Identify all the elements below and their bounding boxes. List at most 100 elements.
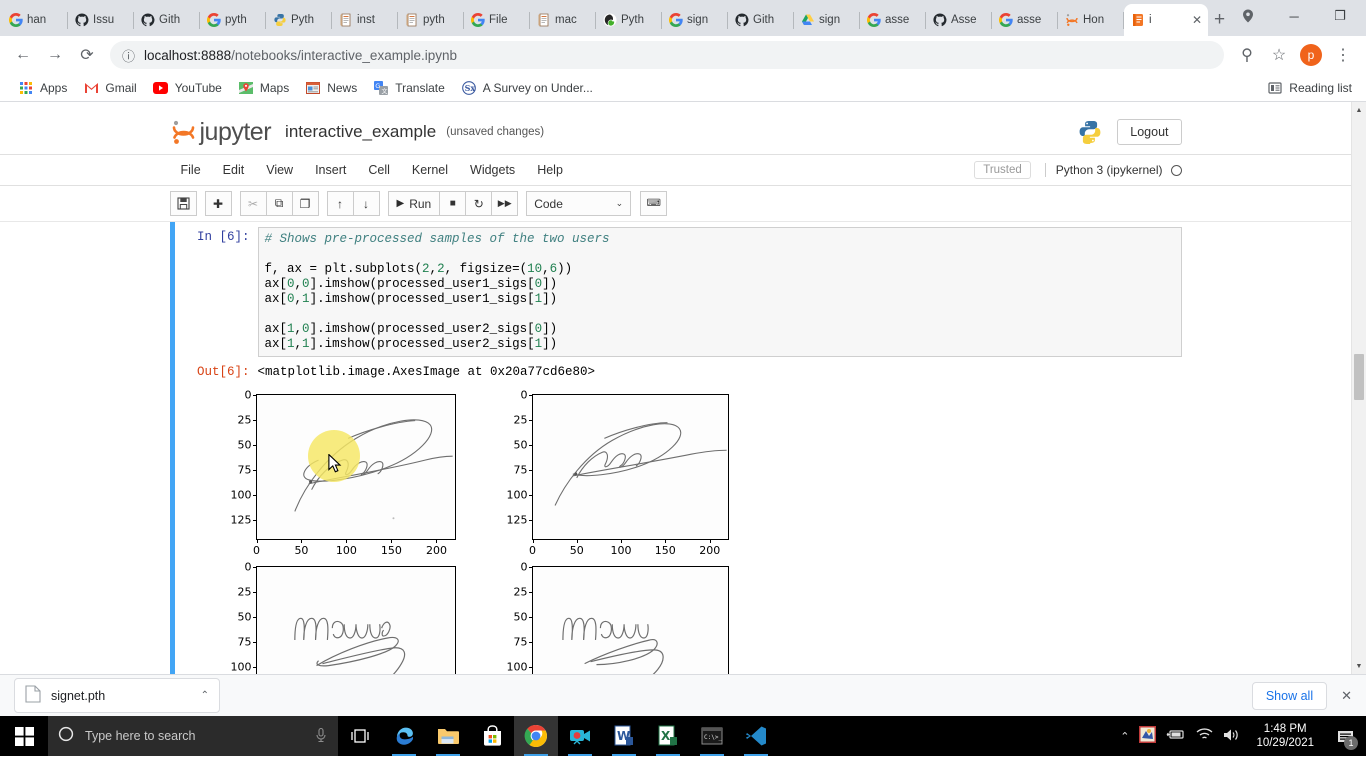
taskbar-clock[interactable]: 1:48 PM 10/29/2021 <box>1250 722 1320 750</box>
menu-item-edit[interactable]: Edit <box>212 158 256 182</box>
back-icon[interactable]: ← <box>8 40 38 70</box>
paint-icon[interactable] <box>1139 726 1156 746</box>
bookmark-star-icon[interactable]: ☆ <box>1264 40 1294 70</box>
browser-tab[interactable]: asse <box>860 4 926 36</box>
menu-item-file[interactable]: File <box>170 158 212 182</box>
insert-cell-button[interactable]: ✚ <box>205 191 232 216</box>
camera-recorder-icon[interactable] <box>558 716 602 756</box>
browser-tab[interactable]: asse <box>992 4 1058 36</box>
scrollbar-thumb[interactable] <box>1354 354 1364 400</box>
profile-chip-icon[interactable] <box>1225 0 1271 32</box>
restart-kernel-button[interactable]: ↻ <box>465 191 492 216</box>
bookmark-item[interactable]: SxA Survey on Under... <box>453 77 601 99</box>
move-cell-up-button[interactable]: ↑ <box>327 191 354 216</box>
scroll-up-arrow-icon[interactable]: ▲ <box>1352 102 1366 118</box>
browser-tab[interactable]: Asse <box>926 4 992 36</box>
reload-icon[interactable]: ⟳ <box>72 40 102 70</box>
file-explorer-icon[interactable] <box>426 716 470 756</box>
bookmark-item[interactable]: YouTube <box>145 77 230 99</box>
browser-tab[interactable]: sign <box>794 4 860 36</box>
cell-type-select[interactable]: Code⌄ <box>526 191 631 216</box>
bookmark-item[interactable]: G文Translate <box>365 77 453 99</box>
browser-tab[interactable]: Gith <box>134 4 200 36</box>
close-icon[interactable]: ✕ <box>1192 13 1202 27</box>
code-editor[interactable]: # Shows pre-processed samples of the two… <box>258 227 1182 357</box>
browser-tab[interactable]: File <box>464 4 530 36</box>
browser-tab[interactable]: Pyth <box>596 4 662 36</box>
menu-item-insert[interactable]: Insert <box>304 158 357 182</box>
code-cell[interactable]: In [6]: # Shows pre-processed samples of… <box>170 222 1182 362</box>
forward-icon[interactable]: → <box>40 40 70 70</box>
taskbar-search[interactable]: Type here to search <box>48 716 338 756</box>
command-palette-button[interactable]: ⌨ <box>640 191 667 216</box>
kernel-name[interactable]: Python 3 (ipykernel) <box>1045 163 1163 177</box>
browser-tab[interactable]: pyth <box>200 4 266 36</box>
menu-item-kernel[interactable]: Kernel <box>401 158 459 182</box>
wifi-icon[interactable] <box>1196 728 1213 744</box>
chevron-up-icon[interactable]: ⌃ <box>201 690 209 701</box>
tray-overflow-icon[interactable]: ⌃ <box>1120 730 1129 743</box>
cut-cell-button[interactable]: ✂ <box>240 191 267 216</box>
restart-run-all-button[interactable]: ▶▶ <box>491 191 518 216</box>
browser-tab[interactable]: Pyth <box>266 4 332 36</box>
microsoft-store-icon[interactable] <box>470 716 514 756</box>
address-bar[interactable]: ⓘ localhost:8888/notebooks/interactive_e… <box>110 41 1224 69</box>
zoom-out-icon[interactable]: ⚲ <box>1232 40 1262 70</box>
task-view-icon[interactable] <box>338 716 382 756</box>
browser-tab[interactable]: Gith <box>728 4 794 36</box>
interrupt-kernel-button[interactable]: ■ <box>439 191 466 216</box>
avatar[interactable]: p <box>1296 40 1326 70</box>
show-all-downloads-button[interactable]: Show all <box>1252 682 1327 710</box>
notebook-name[interactable]: interactive_example <box>285 122 436 142</box>
browser-tab-label: asse <box>885 14 909 26</box>
battery-icon[interactable] <box>1166 728 1186 744</box>
browser-tab[interactable]: inst <box>332 4 398 36</box>
chrome-menu-icon[interactable]: ⋮ <box>1328 40 1358 70</box>
volume-icon[interactable] <box>1223 728 1240 745</box>
paste-cell-button[interactable]: ❐ <box>292 191 319 216</box>
minimize-button[interactable]: ─ <box>1271 0 1317 32</box>
browser-tab[interactable]: Issu <box>68 4 134 36</box>
system-tray: ⌃ 1:48 PM 10/29/2021 1 <box>1120 716 1366 756</box>
scroll-down-arrow-icon[interactable]: ▼ <box>1352 658 1366 674</box>
reading-list-icon <box>1267 80 1283 96</box>
move-cell-down-button[interactable]: ↓ <box>353 191 380 216</box>
vs-code-icon[interactable] <box>734 716 778 756</box>
ytick-label: 25 <box>514 585 528 598</box>
svg-text:X: X <box>661 729 671 743</box>
excel-icon[interactable]: X <box>646 716 690 756</box>
jupyter-logo[interactable]: jupyter <box>170 118 272 147</box>
maximize-button[interactable]: ❐ <box>1317 0 1363 32</box>
logout-button[interactable]: Logout <box>1117 119 1181 145</box>
reading-list-button[interactable]: Reading list <box>1267 80 1356 96</box>
chrome-icon[interactable] <box>514 716 558 756</box>
microphone-icon[interactable] <box>314 727 328 746</box>
menu-item-widgets[interactable]: Widgets <box>459 158 526 182</box>
browser-tab[interactable]: han <box>2 4 68 36</box>
new-tab-button[interactable]: + <box>1214 6 1225 34</box>
save-button[interactable] <box>170 191 197 216</box>
edge-icon[interactable] <box>382 716 426 756</box>
bookmark-item[interactable]: Maps <box>230 77 297 99</box>
menu-item-cell[interactable]: Cell <box>357 158 401 182</box>
command-prompt-icon[interactable]: C:\>_ <box>690 716 734 756</box>
start-button[interactable] <box>0 716 48 756</box>
browser-tab-active[interactable]: i ✕ <box>1124 4 1208 36</box>
browser-tab[interactable]: sign <box>662 4 728 36</box>
word-icon[interactable]: W <box>602 716 646 756</box>
run-button[interactable]: ▶Run <box>388 191 441 216</box>
copy-cell-button[interactable]: ⧉ <box>266 191 293 216</box>
page-scrollbar[interactable]: ▲ ▼ <box>1351 102 1366 674</box>
site-info-icon[interactable]: ⓘ <box>122 46 135 65</box>
browser-tab[interactable]: mac <box>530 4 596 36</box>
close-shelf-icon[interactable]: ✕ <box>1341 688 1352 704</box>
bookmark-item[interactable]: News <box>297 77 365 99</box>
bookmark-item[interactable]: Apps <box>10 77 75 99</box>
download-item[interactable]: signet.pth ⌃ <box>14 678 220 713</box>
browser-tab[interactable]: Hon <box>1058 4 1124 36</box>
notification-center-button[interactable]: 1 <box>1330 716 1360 756</box>
bookmark-item[interactable]: Gmail <box>75 77 144 99</box>
menu-item-help[interactable]: Help <box>526 158 574 182</box>
menu-item-view[interactable]: View <box>255 158 304 182</box>
browser-tab[interactable]: pyth <box>398 4 464 36</box>
